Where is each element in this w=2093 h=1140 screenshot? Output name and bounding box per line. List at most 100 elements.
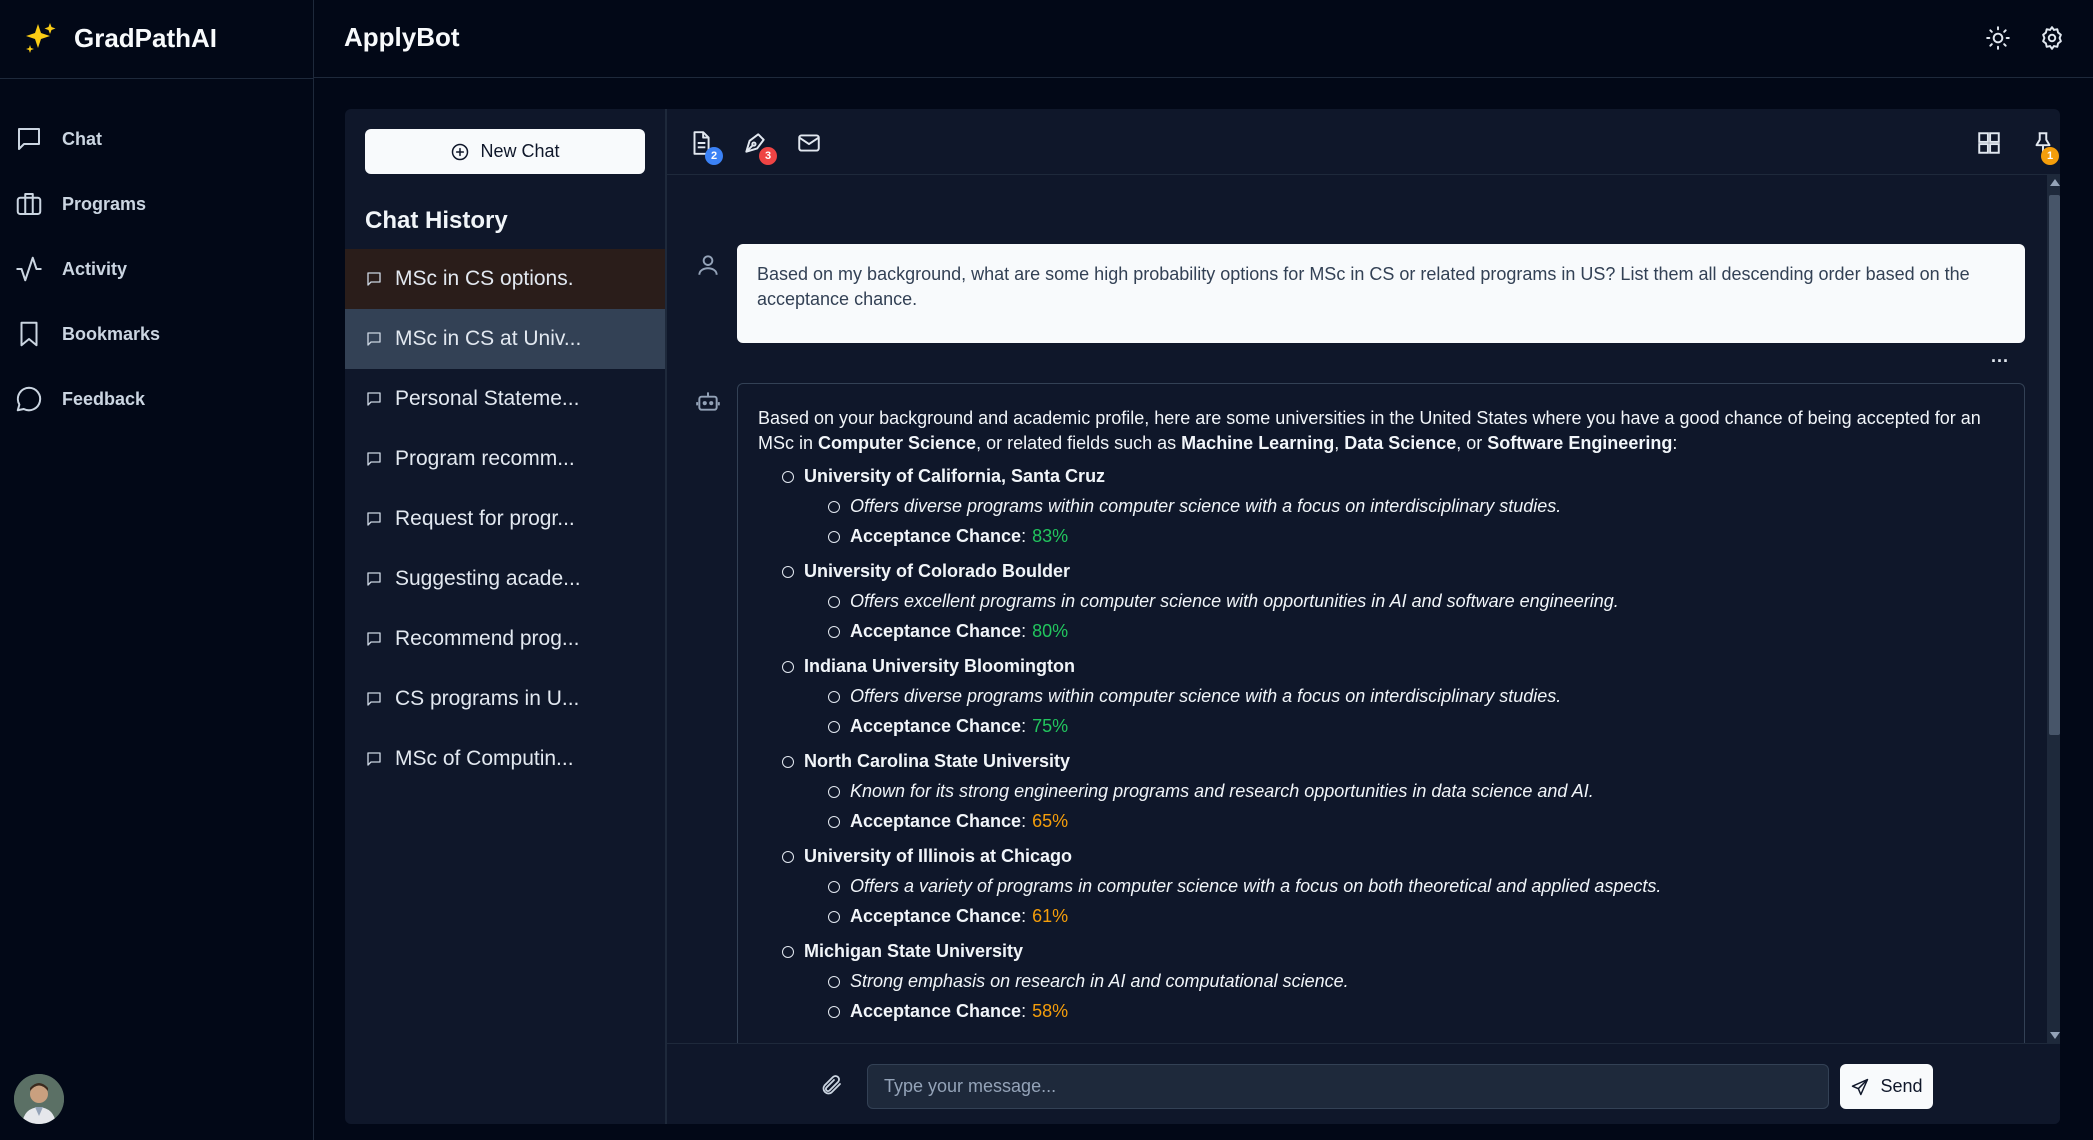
university-name: University of Colorado Boulder <box>804 561 1071 581</box>
acceptance-colon: : <box>1021 716 1027 736</box>
layout-grid-button[interactable] <box>1971 125 2007 161</box>
new-chat-label: New Chat <box>480 141 560 161</box>
message-square-icon <box>367 632 381 646</box>
attach-button[interactable] <box>817 1070 847 1100</box>
intro-text: , <box>1334 433 1345 453</box>
scrollbar-thumb[interactable] <box>2049 195 2060 735</box>
brand[interactable]: GradPathAI <box>22 20 217 56</box>
chat-bubble-icon <box>18 128 40 150</box>
history-item[interactable]: MSc in CS at Univ... <box>345 309 665 369</box>
nav-item-label: Chat <box>62 128 102 149</box>
nav-item-programs[interactable]: Programs <box>14 184 146 224</box>
acceptance-value: 61% <box>1032 906 1069 926</box>
university-desc: Offers diverse programs within computer … <box>850 496 1562 516</box>
bullet <box>782 565 794 578</box>
acceptance-label: Acceptance Chance <box>850 621 1022 641</box>
bookmark-icon <box>20 321 38 347</box>
university-row: Michigan State University <box>758 939 2004 964</box>
documents-button[interactable]: 2 <box>683 125 723 165</box>
history-item[interactable]: CS programs in U... <box>345 669 665 729</box>
acceptance-value: 75% <box>1032 716 1069 736</box>
avatar[interactable] <box>14 1074 64 1124</box>
intro-bold: Data Science <box>1344 433 1457 453</box>
university-item: University of California, Santa Cruz Off… <box>758 464 2004 549</box>
acceptance-value: 80% <box>1032 621 1069 641</box>
history-item[interactable]: Personal Stateme... <box>345 369 665 429</box>
nav-item-chat[interactable]: Chat <box>14 119 102 159</box>
intro-bold: Computer Science <box>818 433 977 453</box>
university-desc: Offers excellent programs in computer sc… <box>850 591 1619 611</box>
university-name: North Carolina State University <box>804 751 1071 771</box>
history-item-label: MSc of Computin... <box>395 747 574 770</box>
university-item: University of Colorado Boulder Offers ex… <box>758 559 2004 644</box>
history-item[interactable]: Request for progr... <box>345 489 665 549</box>
pin-button[interactable]: 1 <box>2025 125 2060 165</box>
message-input[interactable] <box>867 1064 1829 1109</box>
university-desc-row: Offers excellent programs in computer sc… <box>758 589 2004 614</box>
university-name: University of Illinois at Chicago <box>804 846 1073 866</box>
history-item-label: Request for progr... <box>395 507 575 530</box>
send-label: Send <box>1880 1076 1923 1096</box>
university-desc-row: Strong emphasis on research in AI and co… <box>758 969 2004 994</box>
university-desc-row: Offers diverse programs within computer … <box>758 494 2004 519</box>
scroll-up-arrow[interactable] <box>2050 179 2060 186</box>
scroll-down-arrow[interactable] <box>2050 1032 2060 1039</box>
user-photo-icon <box>14 1074 64 1124</box>
university-name: Michigan State University <box>804 941 1024 961</box>
history-item[interactable]: MSc in CS options. <box>345 249 665 309</box>
editor-button[interactable]: 3 <box>737 125 777 165</box>
history-item[interactable]: MSc of Computin... <box>345 729 665 789</box>
acceptance-label: Acceptance Chance <box>850 526 1022 546</box>
editor-count-badge: 3 <box>759 147 777 165</box>
message-square-icon <box>367 512 381 526</box>
intro-bold: Software Engineering <box>1487 433 1673 453</box>
bullet <box>782 755 794 768</box>
chat-panel: 2 3 1 Based on my background, what are s… <box>665 109 2060 1124</box>
user-icon <box>698 255 718 275</box>
nav-item-bookmarks[interactable]: Bookmarks <box>14 314 160 354</box>
pin-count-badge: 1 <box>2041 147 2059 165</box>
messages-area[interactable]: Based on my background, what are some hi… <box>667 175 2045 1043</box>
acceptance-label: Acceptance Chance <box>850 1001 1022 1021</box>
settings-button[interactable] <box>2036 22 2068 54</box>
university-desc: Known for its strong engineering program… <box>850 781 1594 801</box>
left-navigation: GradPathAI Chat Programs Activity Bookma… <box>0 0 314 1140</box>
acceptance-row: Acceptance Chance:75% <box>758 714 2004 739</box>
history-item[interactable]: Program recomm... <box>345 429 665 489</box>
acceptance-colon: : <box>1021 621 1027 641</box>
mail-button[interactable] <box>791 125 827 161</box>
university-desc-row: Known for its strong engineering program… <box>758 779 2004 804</box>
acceptance-row: Acceptance Chance:58% <box>758 999 2004 1024</box>
briefcase-icon <box>16 193 42 215</box>
university-name: Indiana University Bloomington <box>804 656 1076 676</box>
nav-item-label: Bookmarks <box>62 323 161 344</box>
bullet <box>828 880 840 893</box>
acceptance-row: Acceptance Chance:80% <box>758 619 2004 644</box>
bullet <box>828 500 840 513</box>
nav-item-activity[interactable]: Activity <box>14 249 127 289</box>
bullet <box>828 720 840 733</box>
theme-toggle-button[interactable] <box>1982 22 2014 54</box>
university-row: University of California, Santa Cruz <box>758 464 2004 489</box>
acceptance-value: 65% <box>1032 811 1069 831</box>
new-chat-button[interactable]: New Chat <box>365 129 645 174</box>
intro-text: : <box>1672 433 1678 453</box>
message-square-icon <box>367 452 381 466</box>
grid-icon <box>1978 132 2000 154</box>
bullet <box>828 1005 840 1018</box>
activity-icon <box>16 256 42 282</box>
nav-item-feedback[interactable]: Feedback <box>14 379 145 419</box>
history-item[interactable]: Recommend prog... <box>345 609 665 669</box>
university-desc: Strong emphasis on research in AI and co… <box>850 971 1349 991</box>
acceptance-label: Acceptance Chance <box>850 906 1022 926</box>
message-options-button[interactable]: ... <box>1991 346 2009 367</box>
messages-scrollbar[interactable] <box>2047 175 2060 1043</box>
university-desc: Offers a variety of programs in computer… <box>850 876 1662 896</box>
gear-icon <box>2042 26 2062 50</box>
send-button[interactable]: Send <box>1840 1064 1933 1109</box>
history-item[interactable]: Suggesting acade... <box>345 549 665 609</box>
university-row: Indiana University Bloomington <box>758 654 2004 679</box>
paperclip-icon <box>822 1075 841 1095</box>
sun-icon <box>1986 26 2010 50</box>
intro-bold: Machine Learning <box>1181 433 1335 453</box>
